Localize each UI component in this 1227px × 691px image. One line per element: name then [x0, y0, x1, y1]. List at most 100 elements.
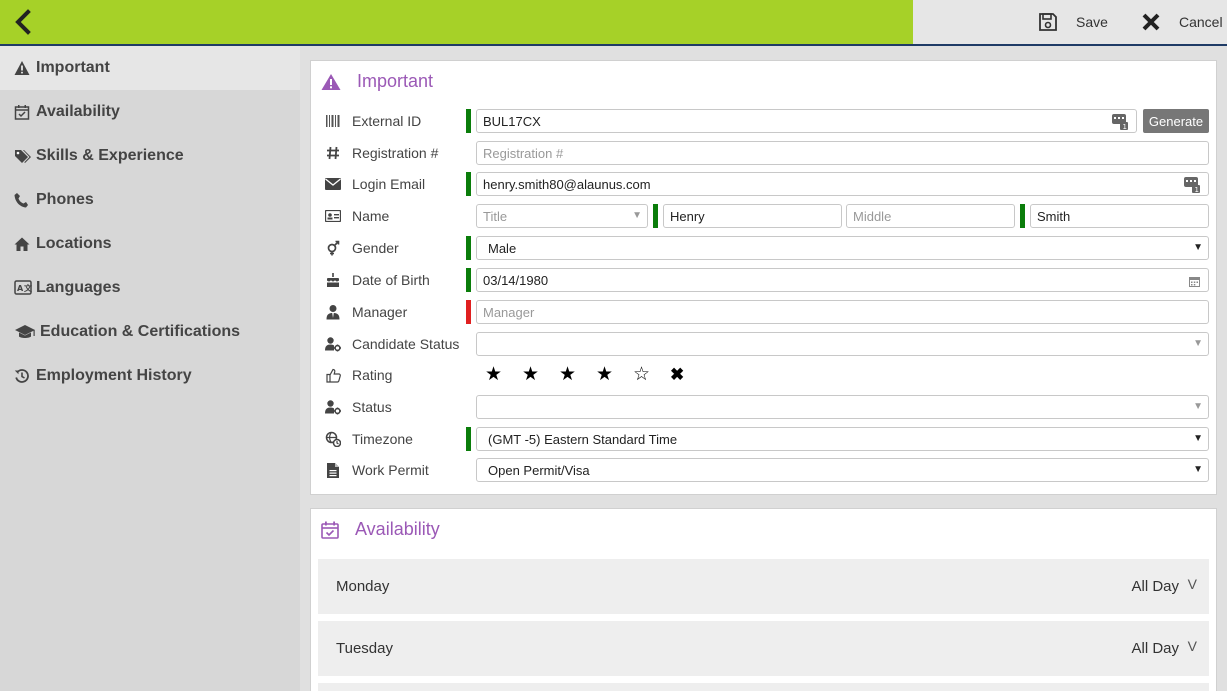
timezone-select[interactable]: (GMT -5) Eastern Standard Time ▼	[476, 427, 1209, 451]
day-availability: All Day	[1131, 578, 1179, 595]
registration-placeholder: Registration #	[483, 145, 564, 161]
history-icon	[14, 368, 34, 384]
sidebar-item-important[interactable]: Important	[0, 46, 300, 90]
sidebar-item-locations[interactable]: Locations	[0, 222, 300, 266]
top-bar: Save Cancel	[0, 0, 1227, 46]
save-button[interactable]: Save	[1038, 0, 1108, 44]
timezone-value: (GMT -5) Eastern Standard Time	[488, 431, 678, 447]
login-email-value: henry.smith80@alaunus.com	[483, 176, 651, 192]
name-title-select[interactable]: Title ▼	[476, 204, 648, 228]
field-label: Candidate Status	[352, 336, 460, 352]
required-indicator	[466, 109, 471, 133]
generate-button[interactable]: Generate	[1143, 109, 1209, 133]
barcode-icon	[325, 113, 341, 129]
sidebar-item-availability[interactable]: Availability	[0, 90, 300, 134]
timezone-row: Timezone (GMT -5) Eastern Standard Time …	[311, 426, 1218, 452]
manager-input[interactable]: Manager	[476, 300, 1209, 324]
name-row: Name Title ▼ Henry Middle Smith	[311, 203, 1218, 229]
calendar-icon[interactable]	[1189, 275, 1200, 290]
required-indicator	[466, 268, 471, 292]
field-label: Timezone	[352, 431, 413, 447]
svg-text:1: 1	[1195, 186, 1199, 193]
sidebar-item-label: Employment History	[36, 367, 192, 384]
back-button[interactable]	[10, 8, 38, 36]
sidebar-item-label: Locations	[36, 235, 112, 252]
user-cog-icon	[325, 399, 341, 415]
calculator-icon[interactable]: 1	[1112, 114, 1128, 133]
sidebar-item-education[interactable]: Education & Certifications	[0, 310, 300, 354]
calculator-icon[interactable]: 1	[1184, 177, 1200, 196]
rating-row: Rating ★ ★ ★ ★ ☆ ✖	[311, 362, 1218, 388]
dob-value: 03/14/1980	[483, 272, 549, 288]
work-permit-value: Open Permit/Visa	[488, 462, 590, 478]
first-name-input[interactable]: Henry	[663, 204, 842, 228]
status-select[interactable]: ▼	[476, 395, 1209, 419]
chevron-down-icon: V	[1187, 576, 1197, 592]
dob-input[interactable]: 03/14/1980	[476, 268, 1209, 292]
user-cog-icon	[325, 336, 341, 352]
clear-rating-icon[interactable]: ✖	[670, 365, 684, 385]
globe-clock-icon	[325, 431, 341, 447]
star-filled-icon[interactable]: ★	[596, 365, 633, 385]
star-filled-icon[interactable]: ★	[559, 365, 596, 385]
work-permit-select[interactable]: Open Permit/Visa ▼	[476, 458, 1209, 482]
chevron-left-icon	[15, 9, 31, 35]
manager-placeholder: Manager	[483, 304, 535, 320]
availability-header: Availability	[321, 519, 440, 540]
cancel-button[interactable]: Cancel	[1141, 0, 1223, 44]
sidebar-item-label: Availability	[36, 103, 120, 120]
last-name-input[interactable]: Smith	[1030, 204, 1209, 228]
save-icon	[1039, 13, 1057, 31]
important-panel: Important External ID BUL17CX 1 Generate…	[310, 60, 1217, 495]
availability-day-row[interactable]: Monday All Day V	[318, 559, 1209, 614]
phone-icon	[14, 192, 34, 208]
top-bar-accent	[0, 0, 913, 44]
sidebar-item-label: Phones	[36, 191, 94, 208]
login-email-input[interactable]: henry.smith80@alaunus.com 1	[476, 172, 1209, 196]
sidebar-item-phones[interactable]: Phones	[0, 178, 300, 222]
calendar-check-icon	[321, 521, 339, 539]
required-indicator	[653, 204, 658, 228]
id-card-icon	[325, 208, 341, 224]
availability-day-row[interactable]: Tuesday All Day V	[318, 621, 1209, 676]
title-placeholder: Title	[483, 208, 508, 224]
caret-down-icon: ▼	[1193, 401, 1203, 412]
candidate-status-select[interactable]: ▼	[476, 332, 1209, 356]
graduation-cap-icon	[14, 324, 38, 340]
availability-day-row[interactable]	[318, 683, 1209, 691]
star-filled-icon[interactable]: ★	[485, 365, 522, 385]
rating-stars: ★ ★ ★ ★ ☆ ✖	[485, 365, 684, 385]
calendar-check-icon	[14, 104, 34, 120]
user-tie-icon	[325, 304, 341, 320]
section-title: Availability	[355, 519, 440, 539]
required-indicator	[466, 427, 471, 451]
chevron-down-icon: V	[1187, 638, 1197, 654]
tags-icon	[14, 148, 34, 164]
star-empty-icon[interactable]: ☆	[633, 365, 670, 385]
availability-panel: Availability Monday All Day V Tuesday Al…	[310, 508, 1217, 691]
sidebar-item-skills[interactable]: Skills & Experience	[0, 134, 300, 178]
envelope-icon	[325, 176, 341, 192]
registration-row: Registration # Registration #	[311, 140, 1218, 166]
required-indicator	[466, 236, 471, 260]
sidebar-item-languages[interactable]: A文 Languages	[0, 266, 300, 310]
required-indicator-invalid	[466, 300, 471, 324]
field-label: Gender	[352, 240, 399, 256]
gender-select[interactable]: Male ▼	[476, 236, 1209, 260]
caret-down-icon: ▼	[1193, 433, 1203, 444]
middle-name-input[interactable]: Middle	[846, 204, 1015, 228]
field-label: Date of Birth	[352, 272, 430, 288]
star-filled-icon[interactable]: ★	[522, 365, 559, 385]
registration-input[interactable]: Registration #	[476, 141, 1209, 165]
close-icon	[1142, 13, 1160, 31]
section-title: Important	[357, 71, 434, 91]
gender-value: Male	[488, 240, 517, 256]
field-label: Registration #	[352, 145, 439, 161]
home-icon	[14, 236, 34, 252]
save-label: Save	[1076, 14, 1108, 30]
external-id-input[interactable]: BUL17CX 1	[476, 109, 1137, 133]
sidebar-item-employment[interactable]: Employment History	[0, 354, 300, 398]
birthday-cake-icon	[325, 272, 341, 288]
day-name: Monday	[336, 578, 390, 595]
last-name-value: Smith	[1037, 208, 1071, 224]
